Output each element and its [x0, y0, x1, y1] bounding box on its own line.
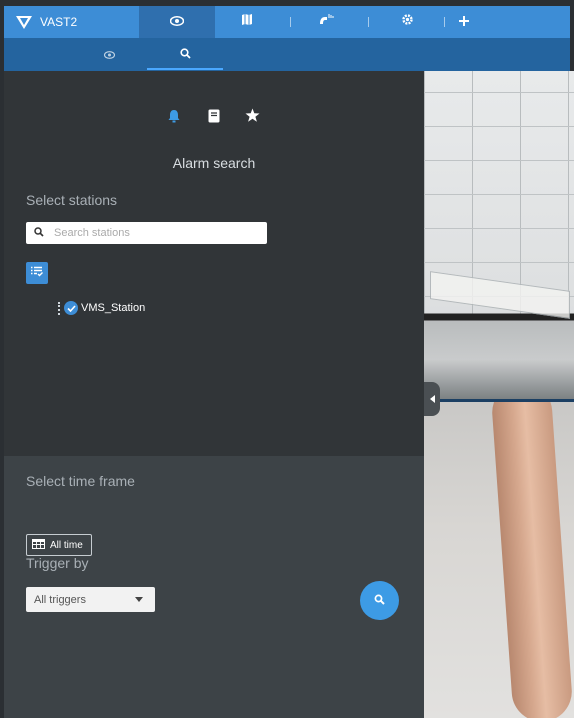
tab-map[interactable] — [232, 6, 262, 38]
trigger-select-value: All triggers — [34, 593, 86, 606]
tree-connector — [58, 301, 61, 315]
subtab-view[interactable] — [84, 38, 134, 71]
station-search-input[interactable] — [54, 227, 244, 239]
camera-image-content — [490, 402, 574, 718]
top-navigation-bar: VAST2 — [4, 6, 570, 38]
vivotek-logo-icon — [16, 15, 32, 29]
tab-liveview[interactable] — [139, 6, 215, 38]
chevron-down-icon — [135, 597, 143, 602]
eye-icon — [103, 46, 115, 64]
mode-bookmark-button[interactable] — [204, 108, 224, 128]
app-name: VAST2 — [40, 15, 78, 29]
station-item[interactable]: VMS_Station — [58, 301, 145, 315]
collapse-panel-button[interactable] — [424, 382, 440, 416]
tab-alarm[interactable] — [310, 6, 344, 38]
camera-view-closeup[interactable] — [424, 402, 574, 718]
list-check-icon — [31, 264, 43, 282]
tab-separator — [368, 17, 369, 27]
run-search-button[interactable] — [360, 581, 399, 620]
station-name: VMS_Station — [81, 302, 146, 314]
magnet-alarm-icon — [318, 13, 336, 32]
checked-icon[interactable] — [64, 301, 78, 315]
sub-navigation-bar — [4, 38, 570, 71]
eye-icon — [169, 13, 185, 31]
bell-icon — [167, 109, 181, 128]
search-icon — [374, 592, 385, 610]
select-time-frame-label: Select time frame — [26, 473, 135, 489]
brand: VAST2 — [16, 6, 77, 38]
camera-view-ceiling[interactable] — [424, 71, 574, 399]
tab-add[interactable] — [454, 6, 474, 38]
tab-separator — [444, 17, 445, 27]
station-selection-panel — [4, 71, 424, 456]
trigger-select[interactable]: All triggers — [26, 587, 155, 612]
station-search-field[interactable] — [26, 222, 267, 244]
calendar-icon — [32, 538, 45, 552]
tab-settings[interactable] — [392, 6, 422, 38]
trigger-by-label: Trigger by — [26, 555, 89, 571]
document-icon — [208, 109, 220, 128]
select-stations-label: Select stations — [26, 192, 118, 208]
time-frame-button[interactable]: All time — [26, 534, 92, 556]
chevron-left-icon — [429, 395, 435, 403]
search-icon — [179, 46, 191, 64]
plus-icon — [459, 13, 469, 31]
map-icon — [241, 13, 253, 31]
ceiling-light — [430, 271, 570, 319]
subtab-search[interactable] — [147, 38, 223, 71]
mode-alarm-button[interactable] — [164, 108, 184, 128]
search-icon — [34, 224, 44, 242]
station-list-toggle-button[interactable] — [26, 262, 48, 284]
gear-icon — [401, 13, 414, 31]
star-icon — [245, 108, 260, 128]
time-frame-label: All time — [50, 539, 83, 551]
mode-favorite-button[interactable] — [242, 108, 262, 128]
tab-separator — [290, 17, 291, 27]
panel-title: Alarm search — [172, 155, 256, 171]
